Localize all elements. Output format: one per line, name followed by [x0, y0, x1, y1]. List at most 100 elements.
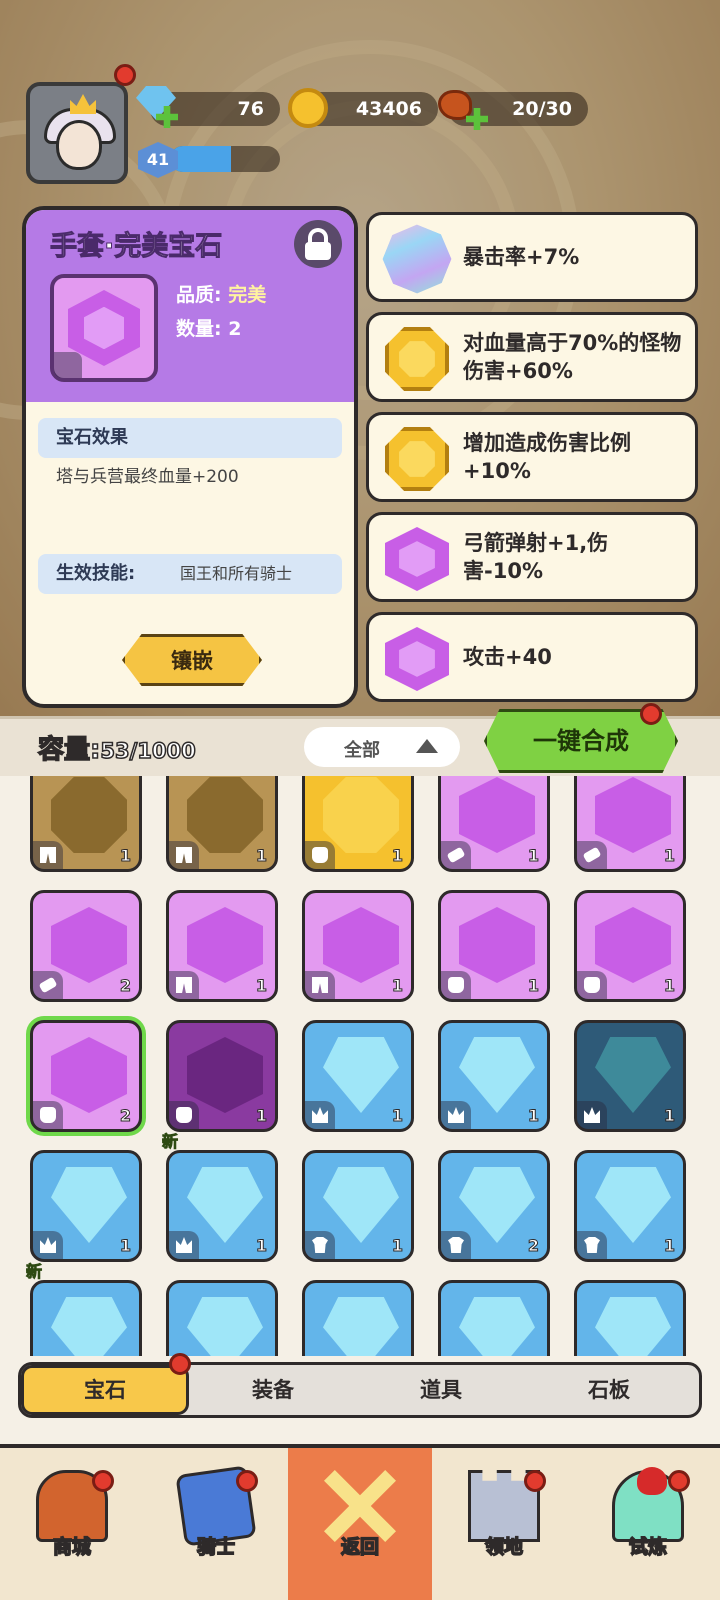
unlock-icon[interactable]	[294, 220, 342, 268]
gem-tile[interactable]	[302, 1280, 414, 1356]
gem-tile[interactable]: 1	[30, 1150, 142, 1262]
gem-tile[interactable]: 1	[302, 1150, 414, 1262]
category-tabs: 宝石 装备 道具 石板	[18, 1353, 702, 1418]
skill-label: 生效技能:	[56, 563, 136, 584]
gem-preview-slot	[50, 274, 158, 382]
gem-effect-item[interactable]: 暴击率+7%	[366, 212, 698, 302]
quantity-value: 2	[228, 318, 242, 340]
gem-tile[interactable]: 1	[302, 1020, 414, 1132]
gem-tile[interactable]: 1	[574, 776, 686, 872]
bronze-gem-icon	[51, 777, 127, 853]
tab-equipment[interactable]: 装备	[189, 1365, 357, 1415]
gem-count: 1	[391, 846, 403, 866]
rainbow-gem-icon	[375, 217, 458, 300]
gem-tile[interactable]	[574, 1280, 686, 1356]
gem-tile[interactable]: 1	[438, 890, 550, 1002]
nav-shop[interactable]: 商城	[0, 1448, 144, 1600]
blue-gem-icon	[323, 1037, 399, 1113]
blue-gem-icon	[51, 1297, 127, 1356]
purple-gem-icon	[459, 777, 535, 853]
blue-gem-icon	[459, 1037, 535, 1113]
gem-effect-text: 塔与兵营最终血量+200	[56, 467, 239, 487]
gem-tile[interactable]	[30, 1280, 142, 1356]
nav-knights[interactable]: 骑士	[144, 1448, 288, 1600]
gem-effect-item[interactable]: 对血量高于70%的怪物伤害+60%	[366, 312, 698, 402]
gem-tile[interactable]: 1	[166, 890, 278, 1002]
crown-icon	[169, 1231, 199, 1259]
scroll-icon	[441, 841, 471, 869]
pants-icon	[33, 841, 63, 869]
gem-tile[interactable]: 1	[574, 890, 686, 1002]
gem-tile[interactable]: 1	[574, 1150, 686, 1262]
purple-gem-icon	[323, 907, 399, 983]
skill-value: 国王和所有骑士	[180, 564, 293, 583]
chevron-up-icon	[416, 739, 438, 753]
quality-value: 完美	[228, 284, 267, 306]
blue-gem-icon	[459, 1167, 535, 1243]
gem-tile[interactable]	[438, 1280, 550, 1356]
gem-inventory-grid: 1 1 1 1 1 2 1 1 1 1 2 1 1 1 1 1 1 新 1 2 1 新	[0, 776, 720, 1356]
player-avatar[interactable]	[26, 82, 128, 184]
gem-count: 1	[663, 1106, 675, 1126]
gem-count: 1	[527, 846, 539, 866]
gem-count: 2	[527, 1236, 539, 1256]
tab-gems[interactable]: 宝石	[21, 1365, 189, 1415]
gem-tile[interactable]: 1	[438, 776, 550, 872]
gem-effect-text: 对血量高于70%的怪物伤害+60%	[463, 331, 682, 383]
gem-effect-item[interactable]: 增加造成伤害比例+10%	[366, 412, 698, 502]
gem-effect-item[interactable]: 弓箭弹射+1,伤害-10%	[366, 512, 698, 602]
pants-icon	[169, 971, 199, 999]
gems-tab-notification-dot	[169, 1353, 191, 1375]
gem-tile[interactable]: 2	[438, 1150, 550, 1262]
purple-gem-icon	[595, 907, 671, 983]
gem-effect-text: 弓箭弹射+1,伤害-10%	[463, 531, 609, 583]
gem-tile[interactable]	[166, 1280, 278, 1356]
gem-tile[interactable]: 2	[30, 1020, 142, 1132]
purple-gem-icon	[51, 1037, 127, 1113]
gem-tile[interactable]: 1	[302, 776, 414, 872]
nav-trial[interactable]: 试炼	[576, 1448, 720, 1600]
crown-icon	[305, 1101, 335, 1129]
gem-count: 2	[119, 1106, 131, 1126]
gem-tile[interactable]: 1	[166, 1020, 278, 1132]
gem-count: 1	[527, 976, 539, 996]
capacity-label: 容量:	[37, 734, 101, 766]
tab-slates[interactable]: 石板	[525, 1365, 693, 1415]
gem-count: 1	[255, 976, 267, 996]
gem-count: 1	[663, 976, 675, 996]
inlay-button[interactable]: 镶嵌	[122, 634, 262, 686]
gem-count: 2	[119, 976, 131, 996]
gem-tile[interactable]: 1	[302, 890, 414, 1002]
nav-shop-label: 商城	[52, 1535, 92, 1559]
crown-icon	[577, 1101, 607, 1129]
nav-back[interactable]: 返回	[288, 1448, 432, 1600]
quantity-row: 数量: 2	[176, 314, 241, 341]
gem-detail-card: 手套·完美宝石 品质: 完美 数量: 2 宝石效果 塔与兵营最终血量+200 生…	[22, 206, 358, 708]
gem-tile[interactable]: 1	[30, 776, 142, 872]
blue-gem-icon	[51, 1167, 127, 1243]
pants-icon	[305, 971, 335, 999]
nav-territory-label: 领地	[484, 1535, 524, 1559]
gem-effect-item[interactable]: 攻击+40	[366, 612, 698, 702]
quantity-label: 数量:	[176, 318, 229, 340]
shop-notification-dot	[92, 1470, 114, 1492]
capacity-display: 容量:53/1000	[37, 729, 197, 766]
gem-tile[interactable]: 2	[30, 890, 142, 1002]
pants-icon	[169, 841, 199, 869]
purple-gem-icon	[385, 627, 449, 691]
gem-tile[interactable]: 1	[574, 1020, 686, 1132]
glove-icon	[54, 352, 82, 378]
dark-blue-gem-icon	[595, 1037, 671, 1113]
gem-tile[interactable]: 1	[438, 1020, 550, 1132]
gem-count: 1	[255, 1236, 267, 1256]
new-badge: 新	[162, 1132, 179, 1152]
nav-territory[interactable]: 领地	[432, 1448, 576, 1600]
gem-tile[interactable]: 1	[166, 1150, 278, 1262]
capacity-value: 53/1000	[100, 738, 197, 764]
gem-tile[interactable]: 1	[166, 776, 278, 872]
purple-gem-icon	[385, 527, 449, 591]
scroll-icon	[33, 971, 63, 999]
shirt-icon	[577, 1231, 607, 1259]
tab-items[interactable]: 道具	[357, 1365, 525, 1415]
filter-dropdown[interactable]: 全部	[304, 727, 460, 767]
